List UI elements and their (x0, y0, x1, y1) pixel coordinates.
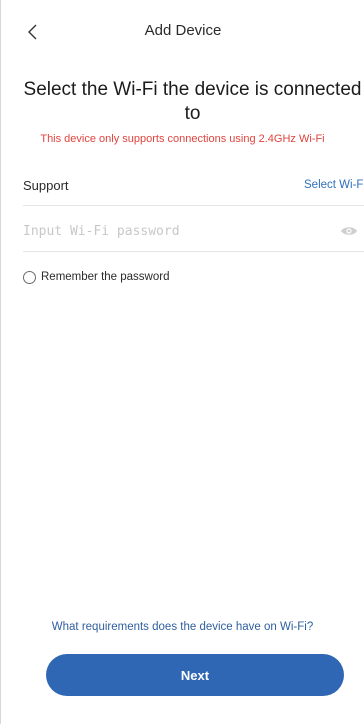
wifi-band-warning: This device only supports connections us… (40, 133, 325, 145)
wifi-password-row (23, 210, 364, 252)
wifi-selection-heading: Select the Wi-Fi the device is connected… (23, 79, 362, 124)
wifi-network-name: Support (23, 178, 69, 193)
wifi-network-row: Support Select Wi-Fi (23, 170, 364, 206)
select-wifi-link[interactable]: Select Wi-Fi (304, 179, 364, 191)
remember-password-option[interactable]: Remember the password (23, 268, 169, 286)
page-title: Add Device (144, 22, 222, 39)
remember-password-radio[interactable] (23, 270, 36, 284)
remember-password-label: Remember the password (41, 271, 170, 283)
eye-icon[interactable] (340, 223, 358, 239)
header: Add Device (1, 0, 364, 64)
add-device-screen: Add Device Select the Wi-Fi the device i… (0, 0, 364, 724)
wifi-password-input[interactable] (23, 218, 313, 244)
wifi-requirements-link[interactable]: What requirements does the device have o… (1, 621, 364, 633)
next-button[interactable]: Next (46, 654, 344, 696)
